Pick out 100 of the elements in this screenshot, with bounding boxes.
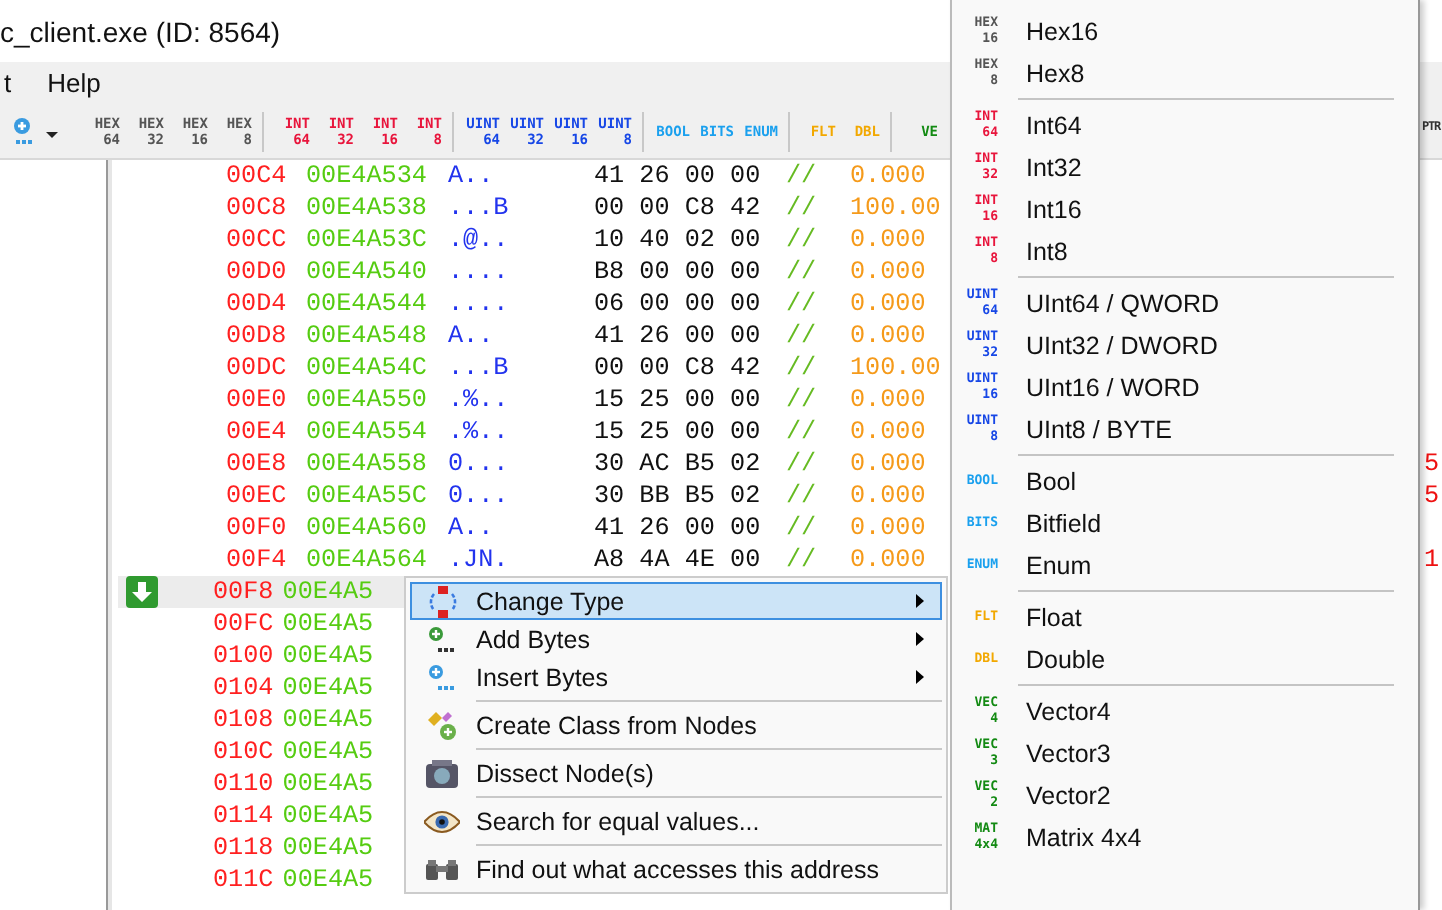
submenu-arrow-icon [916, 670, 924, 684]
offset-text: 010C [212, 738, 276, 766]
address-text: 00E4A540 [306, 258, 429, 286]
offset-text: 00D0 [226, 258, 289, 286]
menu-item[interactable]: Help [43, 68, 105, 98]
eye-icon [424, 809, 460, 833]
offset-text: 00F8 [212, 578, 276, 606]
address-text: 00E4A5 [282, 866, 376, 894]
menu-item[interactable]: Change Type [410, 582, 942, 620]
float-value-text: 0.000 [850, 322, 926, 350]
address-text: 00E4A5 [282, 578, 376, 606]
address-text: 00E4A53C [306, 226, 429, 254]
memory-row[interactable]: 00D4 00E4A544 .... 06 00 00 00 // 0.000 [118, 288, 950, 320]
offset-text: 0110 [212, 770, 276, 798]
comment-text: // [786, 322, 819, 350]
memory-row[interactable]: 00E0 00E4A550 .%.. 15 25 00 00 // 0.000 [118, 384, 950, 416]
address-text: 00E4A544 [306, 290, 429, 318]
memory-row[interactable]: 011C 00E4A5 [118, 864, 406, 896]
comment-text: // [786, 258, 819, 286]
menu-item[interactable]: Create Class from Nodes [410, 706, 942, 744]
float-value-text: 0.000 [850, 162, 926, 190]
offset-text: 00FC [212, 610, 276, 638]
hex-bytes-text: 15 25 00 00 [594, 386, 763, 414]
float-value-text: 0.000 [850, 226, 926, 254]
comment-text: // [786, 194, 819, 222]
memory-row[interactable]: 00DC 00E4A54C ...B 00 00 C8 42 // 100.00 [118, 352, 950, 384]
offset-text: 0104 [212, 674, 276, 702]
offset-text: 00EC [226, 482, 289, 510]
menu-item[interactable]: Search for equal values... [410, 802, 942, 840]
submenu-arrow-icon [916, 632, 924, 646]
insert-bytes-button[interactable] [12, 115, 64, 147]
offset-text: 0100 [212, 642, 276, 670]
memory-row[interactable]: 0118 00E4A5 [118, 832, 406, 864]
insert-bytes-icon [428, 663, 456, 691]
offset-text: 00E4 [226, 418, 289, 446]
hex-bytes-text: A8 4A 4E 00 [594, 546, 763, 574]
memory-row[interactable]: 0100 00E4A5 [118, 640, 406, 672]
offset-text: 00C4 [226, 162, 289, 190]
memory-row[interactable]: 00C8 00E4A538 ...B 00 00 C8 42 // 100.00 [118, 192, 950, 224]
memory-row[interactable]: 00EC 00E4A55C 0... 30 BB B5 02 // 0.000 [118, 480, 950, 512]
float-value-text: 0.000 [850, 514, 926, 542]
memory-row[interactable]: 00F0 00E4A560 A.. 41 26 00 00 // 0.000 [118, 512, 950, 544]
hex-bytes-text: 30 AC B5 02 [594, 450, 763, 478]
offset-text: 00E0 [226, 386, 289, 414]
ascii-text: A.. [448, 162, 496, 190]
offset-text: 00D4 [226, 290, 289, 318]
address-text: 00E4A554 [306, 418, 429, 446]
class-icon [426, 709, 458, 741]
address-text: 00E4A5 [282, 834, 376, 862]
comment-text: // [786, 482, 819, 510]
float-value-text: 0.000 [850, 418, 926, 446]
memory-row[interactable]: 00F4 00E4A564 .JN. A8 4A 4E 00 // 0.000 [118, 544, 950, 576]
memory-row[interactable]: 00E8 00E4A558 0... 30 AC B5 02 // 0.000 [118, 448, 950, 480]
memory-row[interactable]: 00E4 00E4A554 .%.. 15 25 00 00 // 0.000 [118, 416, 950, 448]
memory-row[interactable]: 00CC 00E4A53C .@.. 10 40 02 00 // 0.000 [118, 224, 950, 256]
menu-item[interactable]: Add Bytes [410, 620, 942, 658]
change-type-icon [424, 585, 460, 617]
offset-text: 00F0 [226, 514, 289, 542]
hex-bytes-text: B8 00 00 00 [594, 258, 763, 286]
offset-text: 00E8 [226, 450, 289, 478]
menu-item[interactable]: Dissect Node(s) [410, 754, 942, 792]
ascii-text: .%.. [448, 418, 511, 446]
hex-bytes-text: 30 BB B5 02 [594, 482, 763, 510]
hex-bytes-text: 41 26 00 00 [594, 162, 763, 190]
address-text: 00E4A55C [306, 482, 429, 510]
memory-row[interactable]: 0104 00E4A5 [118, 672, 406, 704]
menu-item[interactable]: Find out what accesses this address [410, 850, 942, 888]
memory-row[interactable]: 0114 00E4A5 [118, 800, 406, 832]
float-value-text: 100.00 [850, 194, 941, 222]
comment-text: // [786, 226, 819, 254]
hex-bytes-text: 00 00 C8 42 [594, 194, 763, 222]
comment-text: // [786, 354, 819, 382]
hex-bytes-text: 41 26 00 00 [594, 322, 763, 350]
memory-row[interactable]: 00D0 00E4A540 .... B8 00 00 00 // 0.000 [118, 256, 950, 288]
offset-text: 00DC [226, 354, 289, 382]
address-text: 00E4A5 [282, 738, 376, 766]
address-text: 00E4A560 [306, 514, 429, 542]
float-value-text: 0.000 [850, 258, 926, 286]
memory-row[interactable]: 00FC 00E4A5 [118, 608, 406, 640]
address-text: 00E4A5 [282, 674, 376, 702]
ascii-text: .@.. [448, 226, 511, 254]
hex-bytes-text: 06 00 00 00 [594, 290, 763, 318]
ascii-text: ...B [448, 194, 511, 222]
float-value-text: 0.000 [850, 290, 926, 318]
binoculars-icon [426, 859, 458, 879]
offset-text: 00F4 [226, 546, 289, 574]
window-title: c_client.exe (ID: 8564) [0, 15, 281, 47]
memory-row[interactable]: 0110 00E4A5 [118, 768, 406, 800]
comment-text: // [786, 418, 819, 446]
memory-row[interactable]: 010C 00E4A5 [118, 736, 406, 768]
menu-item[interactable]: t [0, 68, 16, 98]
camera-icon [426, 759, 458, 787]
menu-item[interactable]: Insert Bytes [410, 658, 942, 696]
hex-bytes-text: 15 25 00 00 [594, 418, 763, 446]
memory-row[interactable]: 0108 00E4A5 [118, 704, 406, 736]
offset-text: 00CC [226, 226, 289, 254]
memory-row[interactable]: 00D8 00E4A548 A.. 41 26 00 00 // 0.000 [118, 320, 950, 352]
memory-row[interactable]: 00C4 00E4A534 A.. 41 26 00 00 // 0.000 [118, 160, 950, 192]
ascii-text: .... [448, 258, 511, 286]
address-text: 00E4A538 [306, 194, 429, 222]
